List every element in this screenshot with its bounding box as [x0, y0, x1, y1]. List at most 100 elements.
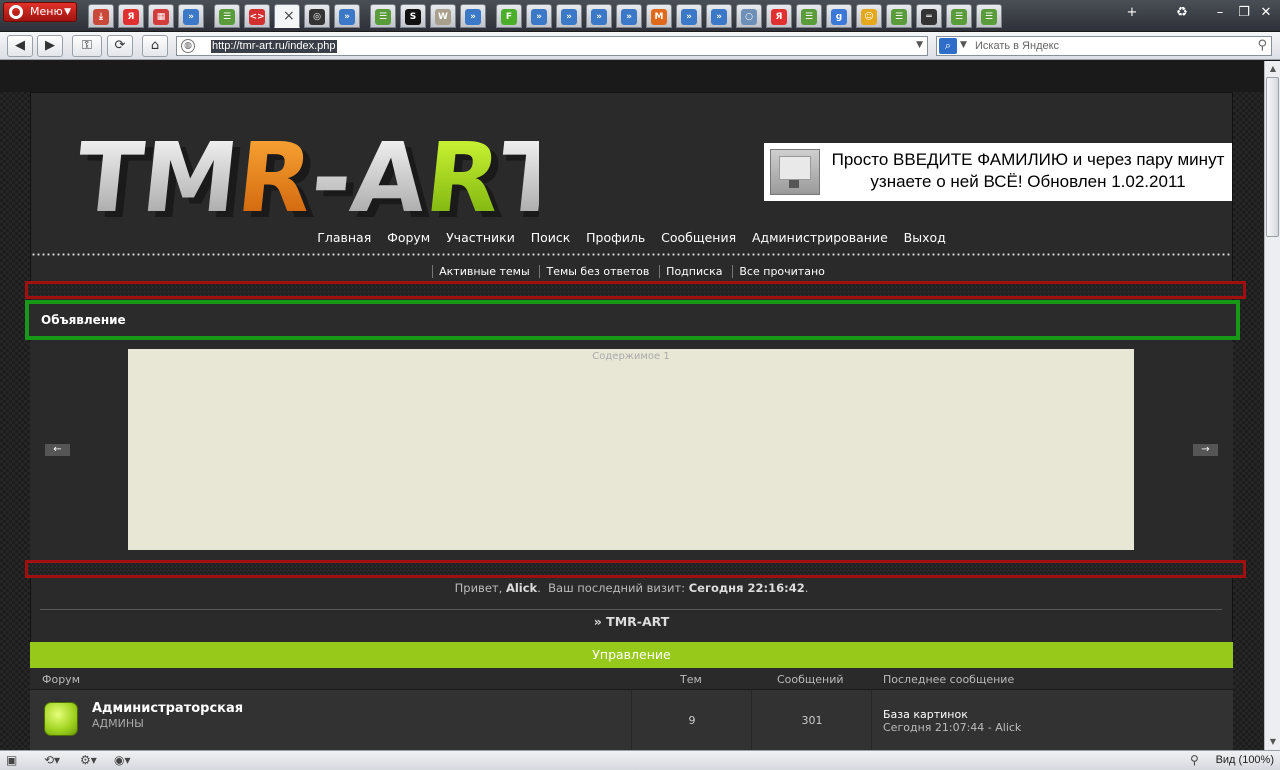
- browser-tab[interactable]: »: [586, 4, 612, 28]
- browser-tab[interactable]: M: [646, 4, 672, 28]
- browser-tab[interactable]: »: [460, 4, 486, 28]
- browser-tab[interactable]: ⤓: [88, 4, 114, 28]
- browser-tab[interactable]: »: [556, 4, 582, 28]
- browser-tab[interactable]: ☰: [370, 4, 396, 28]
- restore-button[interactable]: ❐: [1234, 4, 1254, 22]
- search-engine-icon[interactable]: ⌕: [939, 38, 957, 54]
- search-icon[interactable]: ⚲: [1257, 38, 1267, 53]
- panel-toggle-icon[interactable]: ▣: [6, 753, 17, 768]
- nav-link-logout[interactable]: Выход: [904, 230, 946, 245]
- chevron-down-icon[interactable]: ▼: [916, 40, 923, 50]
- nav-link-members[interactable]: Участники: [446, 230, 515, 245]
- close-icon[interactable]: ×: [283, 8, 295, 24]
- page-viewport: TMR-ART TMR-ART Просто ВВЕДИТЕ ФАМИЛИЮ и…: [0, 61, 1264, 750]
- subnav-mark-read[interactable]: Все прочитано: [732, 265, 830, 278]
- browser-tab[interactable]: ▦: [148, 4, 174, 28]
- browser-tab[interactable]: <>: [244, 4, 270, 28]
- browser-tab[interactable]: ☰: [796, 4, 822, 28]
- browser-tab[interactable]: ☰: [946, 4, 972, 28]
- nav-link-profile[interactable]: Профиль: [586, 230, 645, 245]
- last-visit-value: Сегодня 22:16:42: [688, 581, 805, 595]
- slider-prev-button[interactable]: ←: [45, 444, 70, 456]
- ad-banner[interactable]: Просто ВВЕДИТЕ ФАМИЛИЮ и через пару мину…: [764, 143, 1232, 201]
- back-button[interactable]: ◀: [7, 35, 33, 57]
- ad-banner-text: Просто ВВЕДИТЕ ФАМИЛИЮ и через пару мину…: [831, 150, 1225, 191]
- speed-dial-icon: »: [621, 9, 637, 25]
- forum-name-link[interactable]: Администраторская: [92, 701, 243, 716]
- download-icon: ⤓: [93, 9, 109, 25]
- speed-dial-icon: »: [681, 9, 697, 25]
- reload-button[interactable]: ⟳: [107, 35, 133, 57]
- browser-tab[interactable]: ○: [736, 4, 762, 28]
- turbo-icon[interactable]: ⟲▾: [44, 753, 60, 768]
- last-post-link[interactable]: База картинок: [883, 708, 968, 721]
- browser-tab[interactable]: S: [400, 4, 426, 28]
- subnav-unanswered[interactable]: Темы без ответов: [539, 265, 655, 278]
- browser-tab[interactable]: W: [430, 4, 456, 28]
- zoom-icon[interactable]: ⚲: [1190, 753, 1199, 768]
- browser-tab[interactable]: »: [706, 4, 732, 28]
- f-icon: F: [501, 9, 517, 25]
- browser-tab[interactable]: F: [496, 4, 522, 28]
- browser-tab[interactable]: Я: [118, 4, 144, 28]
- announcement-title: Объявление: [41, 313, 126, 327]
- unite-icon[interactable]: ⚙▾: [80, 753, 97, 768]
- browser-tab[interactable]: Я: [766, 4, 792, 28]
- nav-link-messages[interactable]: Сообщения: [661, 230, 736, 245]
- browser-tab[interactable]: ☺: [856, 4, 882, 28]
- site-logo[interactable]: TMR-ART TMR-ART: [69, 121, 575, 240]
- main-navigation: Главная Форум Участники Поиск Профиль Со…: [31, 230, 1232, 245]
- scroll-down-button[interactable]: ▼: [1266, 735, 1280, 749]
- browser-tab[interactable]: »: [178, 4, 204, 28]
- opera-link-icon[interactable]: ◉▾: [114, 753, 131, 768]
- browser-tab[interactable]: ◎: [304, 4, 330, 28]
- browser-tab[interactable]: ☰: [976, 4, 1002, 28]
- m-icon: M: [651, 9, 667, 25]
- nav-link-home[interactable]: Главная: [317, 230, 371, 245]
- key-icon[interactable]: ⚿: [72, 35, 102, 57]
- username-link[interactable]: Alick: [506, 581, 537, 595]
- browser-tab[interactable]: »: [526, 4, 552, 28]
- browser-tab[interactable]: ═: [916, 4, 942, 28]
- forum-table-header: Форум Тем Сообщений Последнее сообщение: [30, 668, 1233, 690]
- opera-menu-button[interactable]: Меню ▼: [3, 2, 77, 22]
- browser-tab[interactable]: ☰: [886, 4, 912, 28]
- trash-icon[interactable]: ♻: [1172, 4, 1192, 22]
- subnav-subscriptions[interactable]: Подписка: [659, 265, 728, 278]
- dotted-divider: [31, 253, 1232, 256]
- code-icon: <>: [249, 9, 265, 25]
- vertical-scrollbar[interactable]: ▲ ▼: [1264, 61, 1280, 750]
- last-post-meta: Сегодня 21:07:44 - Alick: [883, 721, 1022, 734]
- speed-dial-icon: »: [465, 9, 481, 25]
- subnav-active-topics[interactable]: Активные темы: [432, 265, 536, 278]
- page-top-band: [0, 61, 1264, 92]
- close-window-button[interactable]: ✕: [1256, 4, 1276, 22]
- slider-next-button[interactable]: →: [1193, 444, 1218, 456]
- chevron-down-icon[interactable]: ▼: [960, 40, 967, 50]
- new-tab-button[interactable]: +: [1122, 4, 1142, 22]
- home-button[interactable]: ⌂: [142, 35, 168, 57]
- browser-tab[interactable]: »: [676, 4, 702, 28]
- browser-tab[interactable]: »: [616, 4, 642, 28]
- red-highlight-bar-top: [25, 281, 1246, 299]
- forward-button[interactable]: ▶: [37, 35, 63, 57]
- scroll-up-button[interactable]: ▲: [1266, 62, 1280, 76]
- browser-tab[interactable]: ☰: [214, 4, 240, 28]
- breadcrumb[interactable]: » TMR-ART: [30, 614, 1233, 629]
- nav-link-search[interactable]: Поиск: [531, 230, 571, 245]
- websurf-icon: W: [435, 9, 451, 25]
- browser-tab[interactable]: ×: [274, 4, 300, 28]
- search-field[interactable]: ⌕ ▼ Искать в Яндекс ⚲: [936, 36, 1272, 56]
- address-field[interactable]: ◍ http://tmr-art.ru/index.php ▼: [176, 36, 928, 56]
- nav-link-admin[interactable]: Администрирование: [752, 230, 888, 245]
- logo-text: TMR-ART: [71, 122, 539, 231]
- bookmark-icon: ═: [921, 9, 937, 25]
- page-icon: ☰: [951, 9, 967, 25]
- minimize-button[interactable]: –: [1210, 4, 1230, 22]
- nav-link-forum[interactable]: Форум: [387, 230, 430, 245]
- scroll-thumb[interactable]: [1266, 77, 1279, 237]
- browser-tab[interactable]: »: [334, 4, 360, 28]
- category-header[interactable]: Управление: [30, 642, 1233, 668]
- browser-tab[interactable]: g: [826, 4, 852, 28]
- zoom-level[interactable]: Вид (100%): [1216, 754, 1274, 766]
